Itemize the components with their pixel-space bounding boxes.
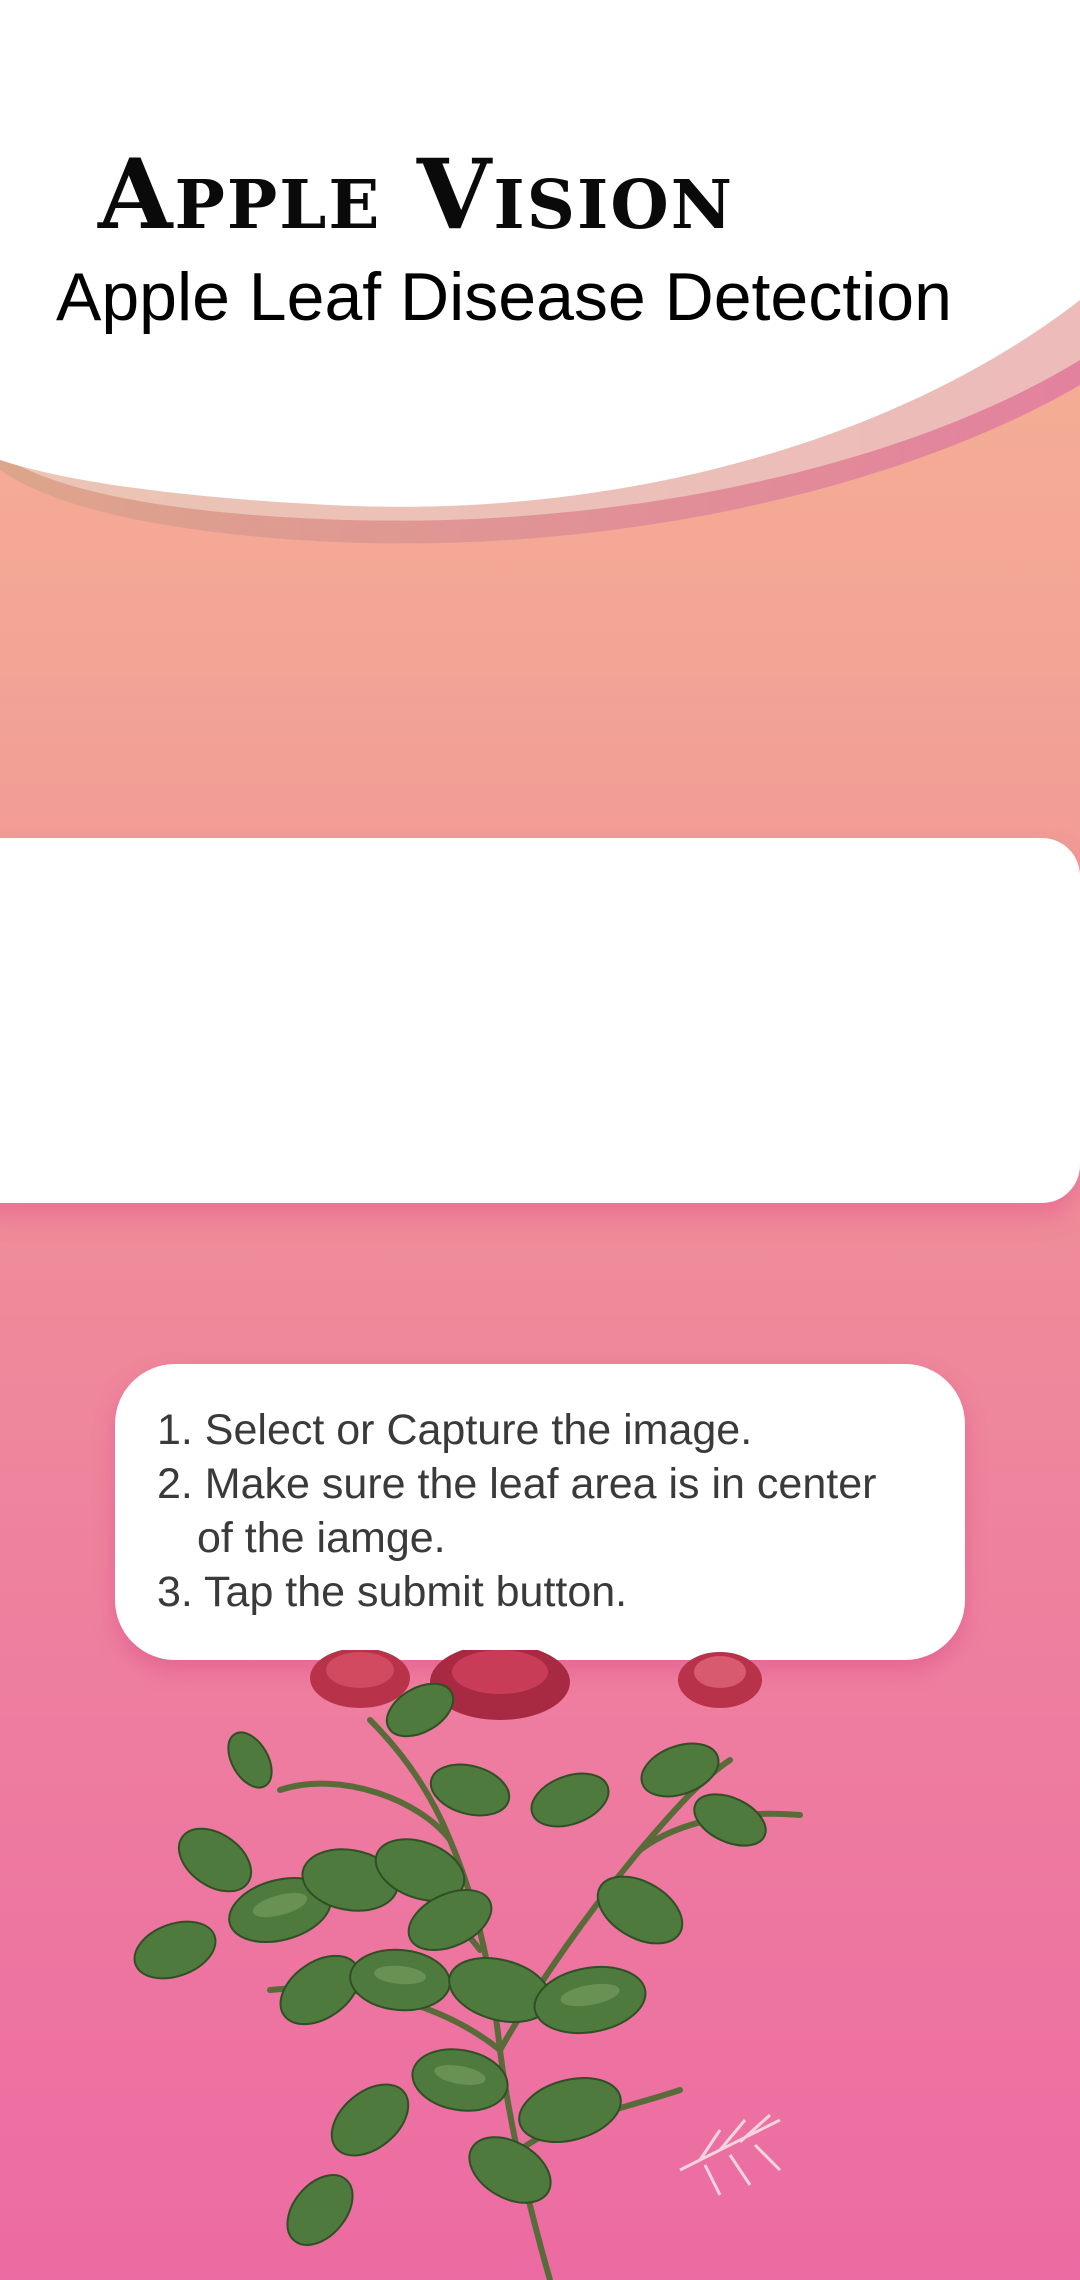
instruction-step-1: 1. Select or Capture the image. <box>157 1406 753 1454</box>
instruction-step-3: 3. Tap the submit button. <box>157 1568 628 1616</box>
rose-branch-illustration <box>133 1650 803 2280</box>
instruction-step-2-continued: of the iamge. <box>197 1514 446 1562</box>
instructions-card: 1. Select or Capture the image. 2. Make … <box>115 1364 965 1660</box>
image-preview-panel[interactable] <box>0 838 1080 1203</box>
app-screen: Apple Vision Apple Leaf Disease Detectio… <box>0 0 1080 2280</box>
app-subtitle: Apple Leaf Disease Detection <box>56 259 952 335</box>
instruction-step-2: 2. Make sure the leaf area is in center <box>157 1460 877 1508</box>
app-title: Apple Vision <box>98 138 735 251</box>
